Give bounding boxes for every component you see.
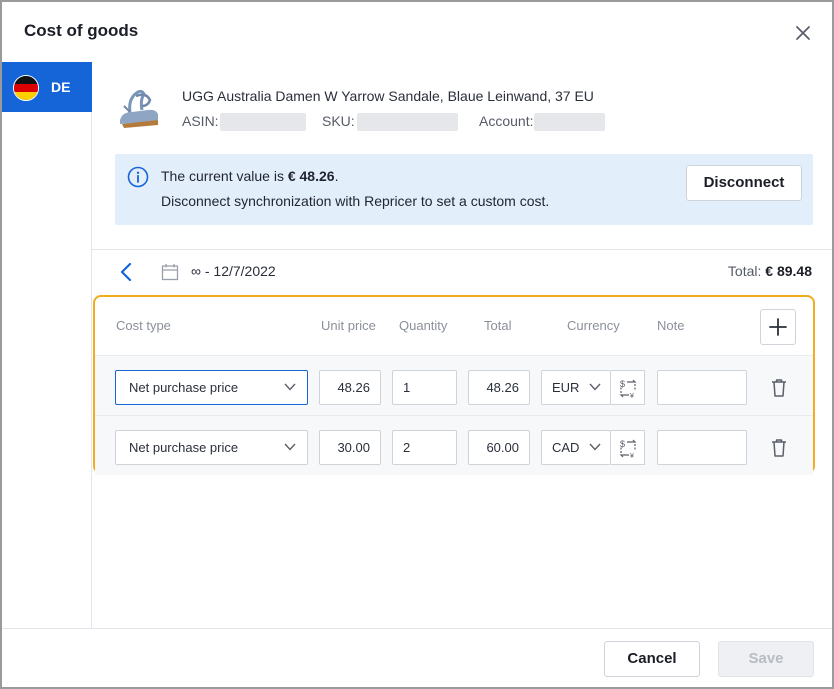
svg-text:¥: ¥ [630,453,634,460]
chevron-left-icon[interactable] [118,262,134,282]
svg-text:¥: ¥ [630,393,634,400]
period-bar: ∞ - 12/7/2022 Total: € 89.48 [92,254,832,290]
currency-convert-button[interactable]: $ ¥ [611,370,645,405]
plus-icon [769,318,787,336]
sidebar-item-de[interactable]: DE [2,62,92,112]
chevron-down-icon [284,443,296,451]
note-input[interactable] [657,430,747,465]
header-quantity: Quantity [399,318,448,333]
currency-convert-button[interactable]: $ ¥ [611,430,645,465]
currency-select[interactable]: CAD [541,430,611,465]
quantity-input[interactable] [392,370,457,405]
save-button[interactable]: Save [718,641,814,677]
chevron-down-icon [284,383,296,391]
unit-price-input[interactable] [319,430,381,465]
cost-type-select[interactable]: Net purchase price [115,370,308,405]
currency-exchange-icon: $ ¥ [619,379,637,400]
date-range[interactable]: ∞ - 12/7/2022 [191,263,276,279]
header-currency: Currency [567,318,620,333]
header-unit-price: Unit price [321,318,376,333]
header-cost-type: Cost type [116,318,171,333]
table-row: Net purchase price CAD $ ¥ [95,415,813,475]
quantity-input[interactable] [392,430,457,465]
asin-redacted [220,113,306,131]
header-note: Note [657,318,685,333]
current-value: € 48.26 [287,168,335,184]
unit-price-input[interactable] [319,370,381,405]
account-label: Account: [479,113,534,129]
cost-type-select[interactable]: Net purchase price [115,430,308,465]
market-label: DE [51,79,71,95]
currency-exchange-icon: $ ¥ [619,439,637,460]
product-name: UGG Australia Damen W Yarrow Sandale, Bl… [182,88,594,104]
sku-redacted [357,113,458,131]
total-field [468,370,530,405]
grand-total: Total: € 89.48 [727,263,812,279]
header-total: Total [484,318,512,333]
chevron-down-icon [589,443,601,451]
asin-label: ASIN: [182,113,219,129]
cost-table: Cost type Unit price Quantity Total Curr… [93,295,815,475]
cost-of-goods-dialog: Cost of goods DE UGG Australia Damen W Y… [0,0,834,689]
grand-total-value: € 89.48 [765,263,812,279]
dialog-title: Cost of goods [24,21,139,40]
close-icon[interactable] [792,22,814,44]
current-value-text: The current value is € 48.26. [161,168,339,184]
marketplace-sidebar: DE [2,62,92,628]
total-field [468,430,530,465]
section-divider [92,249,832,250]
info-icon [127,166,149,188]
add-cost-button[interactable] [760,309,796,345]
account-redacted [534,113,605,131]
cancel-button[interactable]: Cancel [604,641,700,677]
note-input[interactable] [657,370,747,405]
dialog-footer: Cancel Save [2,628,832,689]
sync-info-banner: The current value is € 48.26. Disconnect… [115,154,813,225]
germany-flag-icon [13,75,39,101]
calendar-icon[interactable] [161,263,179,281]
table-row: Net purchase price EUR $ ¥ [95,355,813,415]
dialog-header: Cost of goods [2,2,832,64]
chevron-down-icon [589,383,601,391]
product-thumbnail [120,89,158,128]
trash-icon[interactable] [770,438,788,458]
disconnect-button[interactable]: Disconnect [686,165,802,201]
currency-select[interactable]: EUR [541,370,611,405]
sku-label: SKU: [322,113,355,129]
disconnect-hint-text: Disconnect synchronization with Repricer… [161,193,550,209]
trash-icon[interactable] [770,378,788,398]
